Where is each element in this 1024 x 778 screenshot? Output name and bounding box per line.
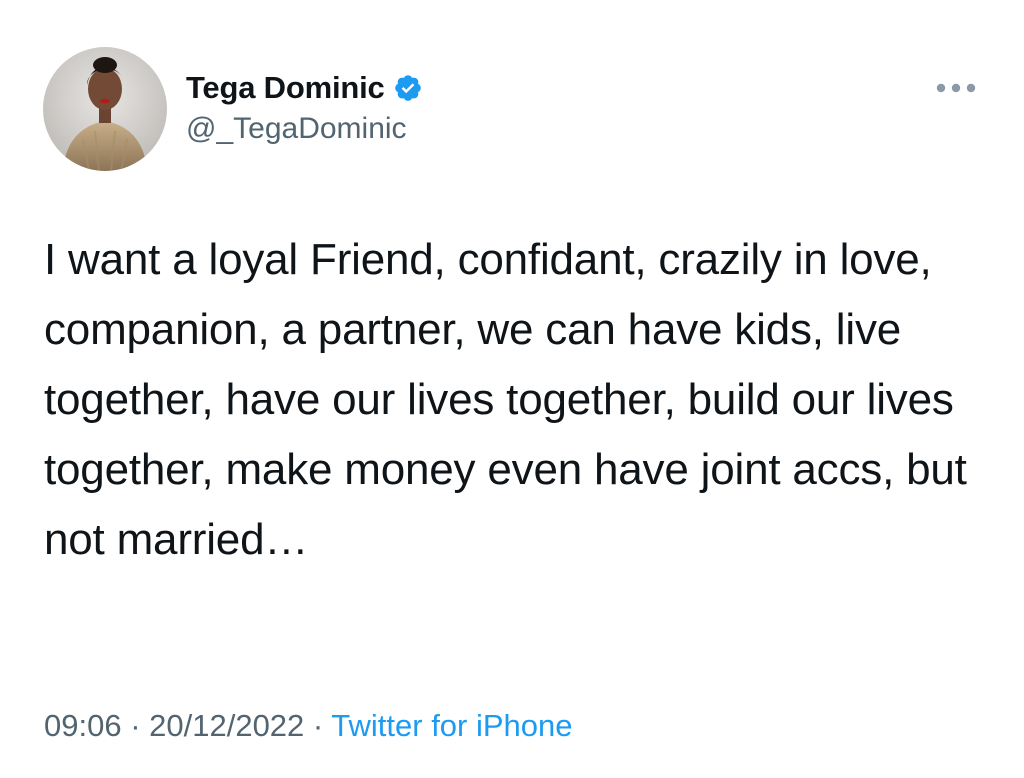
author-handle[interactable]: @_TegaDominic bbox=[186, 112, 407, 146]
display-name[interactable]: Tega Dominic bbox=[186, 70, 385, 106]
tweet-source-link[interactable]: Twitter for iPhone bbox=[331, 708, 572, 743]
avatar-image bbox=[43, 47, 167, 171]
tweet-time[interactable]: 09:06 bbox=[44, 708, 122, 743]
author-name-row[interactable]: Tega Dominic bbox=[186, 66, 423, 110]
avatar[interactable] bbox=[43, 47, 167, 171]
meta-separator: · bbox=[304, 708, 332, 743]
verified-badge-icon bbox=[393, 73, 423, 103]
meta-separator: · bbox=[121, 708, 150, 743]
more-options-icon[interactable] bbox=[934, 78, 978, 98]
tweet-card: Tega Dominic @_TegaDominic I want a loya… bbox=[0, 0, 1024, 778]
tweet-date[interactable]: 20/12/2022 bbox=[149, 708, 304, 743]
tweet-meta: 09:06 · 20/12/2022 · Twitter for iPhone bbox=[44, 708, 573, 744]
tweet-text: I want a loyal Friend, confidant, crazil… bbox=[44, 235, 967, 564]
